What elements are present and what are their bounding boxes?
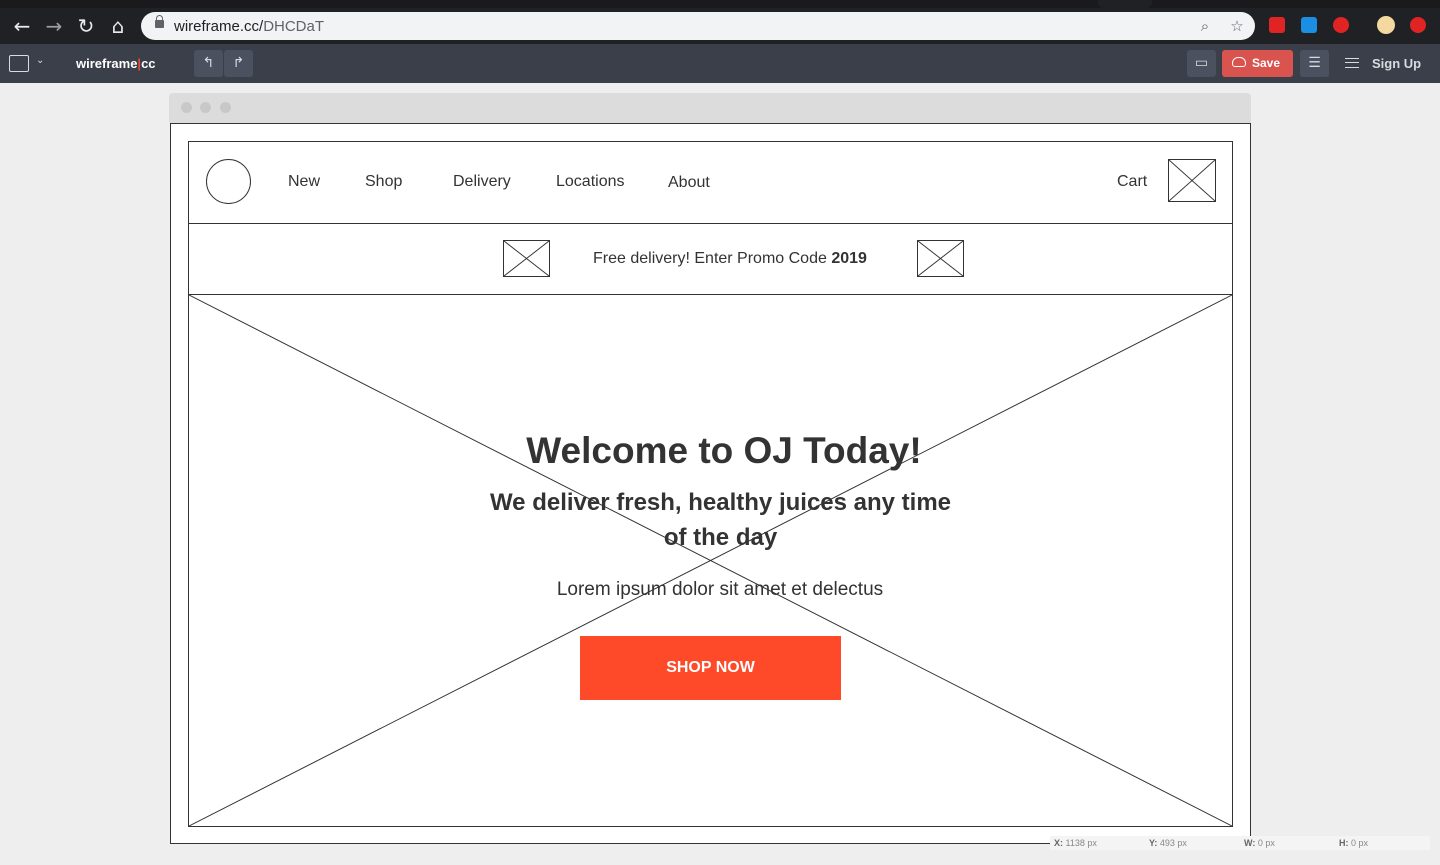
shop-now-button[interactable]: SHOP NOW xyxy=(580,636,841,700)
promo-image-right[interactable] xyxy=(917,240,964,277)
redo-icon[interactable]: ↱ xyxy=(224,50,253,77)
nav-delivery[interactable]: Delivery xyxy=(453,173,511,191)
signup-button[interactable]: Sign Up xyxy=(1372,56,1421,71)
wireframe-canvas[interactable]: New Shop Delivery Locations About Cart F… xyxy=(170,123,1251,844)
hero-subtitle: We deliver fresh, healthy juices any tim… xyxy=(489,489,952,551)
hamburger-icon[interactable] xyxy=(1345,58,1359,68)
promo-banner[interactable]: Free delivery! Enter Promo Code 2019 xyxy=(189,224,1232,295)
browser-toolbar: ← → ↻ ⌂ wireframe.cc/DHCDaT ⌕ ☆ xyxy=(0,0,1440,44)
address-bar[interactable]: wireframe.cc/DHCDaT ⌕ ☆ xyxy=(141,12,1255,40)
hero-section[interactable]: Welcome to OJ Today! We deliver fresh, h… xyxy=(189,295,1232,826)
star-icon[interactable]: ☆ xyxy=(1227,16,1247,36)
extension-blue-icon[interactable] xyxy=(1301,17,1317,33)
save-button[interactable]: Save xyxy=(1222,50,1293,77)
settings-sliders-icon[interactable]: ☰ xyxy=(1300,50,1329,77)
nav-about[interactable]: About xyxy=(668,174,710,192)
canvas-titlebar xyxy=(169,93,1251,123)
hero-title: Welcome to OJ Today! xyxy=(526,430,922,471)
nav-locations[interactable]: Locations xyxy=(556,173,625,191)
reload-icon[interactable]: ↻ xyxy=(74,14,98,38)
promo-code: 2019 xyxy=(831,250,867,267)
app-logo: wireframe|cc xyxy=(76,56,156,71)
page-frame[interactable]: New Shop Delivery Locations About Cart F… xyxy=(188,141,1233,827)
tab-strip xyxy=(0,0,1440,8)
h-label: H: xyxy=(1339,838,1349,848)
hero-image-placeholder xyxy=(189,295,1232,826)
app-toolbar: ⌄ wireframe|cc ↰ ↱ ▭ Save ☰ Sign Up xyxy=(0,44,1440,83)
cloud-upload-icon xyxy=(1232,57,1246,67)
cart-label[interactable]: Cart xyxy=(1117,173,1147,191)
nav-new[interactable]: New xyxy=(288,173,320,191)
nav-shop[interactable]: Shop xyxy=(365,173,402,191)
home-icon[interactable]: ⌂ xyxy=(106,14,130,38)
active-tab[interactable] xyxy=(1098,0,1152,8)
x-label: X: xyxy=(1054,838,1063,848)
cart-image-placeholder[interactable] xyxy=(1168,159,1216,202)
url-text[interactable]: wireframe.cc/DHCDaT xyxy=(174,18,324,35)
extension-stop-icon[interactable] xyxy=(1333,17,1349,33)
y-label: Y: xyxy=(1149,838,1158,848)
profile-avatar[interactable] xyxy=(1377,16,1395,34)
window-dot xyxy=(200,102,211,113)
chevron-down-icon[interactable]: ⌄ xyxy=(36,55,44,66)
promo-image-left[interactable] xyxy=(503,240,550,277)
y-value: 493 px xyxy=(1159,838,1187,848)
site-logo-placeholder[interactable] xyxy=(206,159,251,204)
save-label: Save xyxy=(1252,56,1281,70)
h-value: 0 px xyxy=(1351,838,1369,848)
window-dot xyxy=(181,102,192,113)
x-value: 1138 px xyxy=(1065,838,1097,848)
site-header[interactable]: New Shop Delivery Locations About Cart xyxy=(189,142,1232,224)
hero-body: Lorem ipsum dolor sit amet et delectus xyxy=(556,579,884,600)
coordinate-status: X: 1138 px Y: 493 px W: 0 px H: 0 px xyxy=(1050,836,1430,850)
zoom-icon[interactable]: ⌕ xyxy=(1195,16,1215,36)
window-icon[interactable] xyxy=(9,55,29,72)
extension-red-icon[interactable] xyxy=(1269,17,1285,33)
undo-icon[interactable]: ↰ xyxy=(194,50,223,77)
url-host: wireframe.cc/ xyxy=(174,18,264,35)
lock-icon xyxy=(155,15,164,28)
back-arrow-icon[interactable]: ← xyxy=(10,14,34,38)
update-icon[interactable] xyxy=(1410,17,1426,33)
forward-arrow-icon[interactable]: → xyxy=(42,14,66,38)
url-path: DHCDaT xyxy=(263,18,325,35)
w-value: 0 px xyxy=(1257,838,1275,848)
w-label: W: xyxy=(1244,838,1256,848)
promo-text: Free delivery! Enter Promo Code 2019 xyxy=(593,250,867,267)
window-dot xyxy=(220,102,231,113)
comment-icon[interactable]: ▭ xyxy=(1187,50,1216,77)
